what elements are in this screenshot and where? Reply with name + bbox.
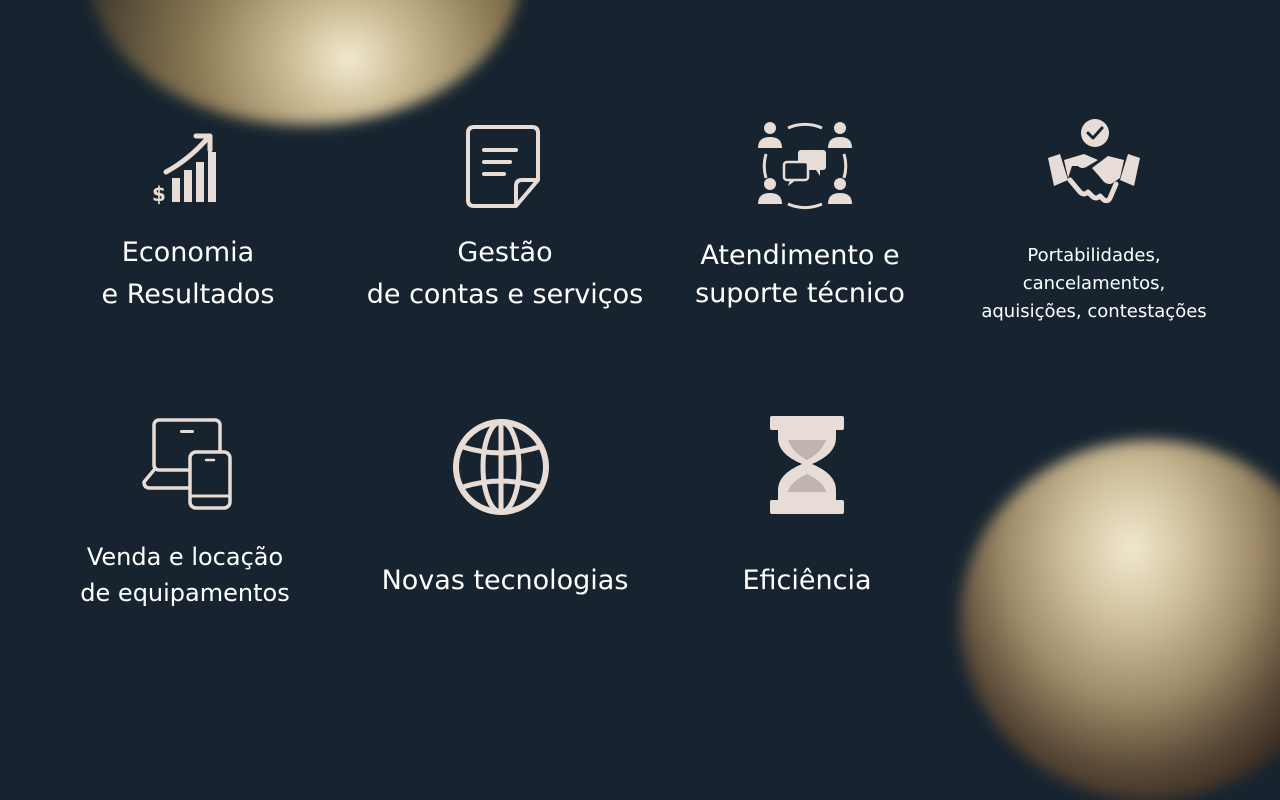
feature-label-line1: Portabilidades,: [1027, 245, 1161, 266]
feature-label-line2: suporte técnico: [695, 278, 905, 309]
laptop-phone-devices-icon: [142, 418, 232, 510]
document-icon: [466, 125, 540, 208]
feature-label-line1: Novas tecnologias: [381, 565, 629, 596]
decorative-gold-orb-top: [90, 0, 520, 125]
revenue-growth-chart-icon: $: [152, 133, 216, 206]
feature-label-line1: Atendimento e: [700, 240, 900, 271]
feature-label-line2: e Resultados: [101, 279, 275, 310]
feature-label-line1: Economia: [121, 237, 255, 268]
hourglass-icon: [770, 416, 844, 514]
handshake-check-icon: [1048, 119, 1140, 204]
svg-text:$: $: [152, 182, 166, 206]
feature-label-line2: de contas e serviços: [366, 279, 644, 310]
feature-label-line1: Venda e locação: [86, 543, 284, 571]
team-chat-support-icon: [758, 122, 852, 210]
feature-label-line1: Eficiência: [742, 565, 872, 596]
feature-label-line1: Gestão: [457, 237, 553, 268]
decorative-gold-orb-bottom: [960, 440, 1280, 800]
globe-icon: [453, 419, 549, 515]
feature-label-line3: aquisições, contestações: [981, 301, 1207, 322]
feature-label-line2: cancelamentos,: [1022, 273, 1166, 294]
feature-label-line2: de equipamentos: [80, 579, 290, 607]
